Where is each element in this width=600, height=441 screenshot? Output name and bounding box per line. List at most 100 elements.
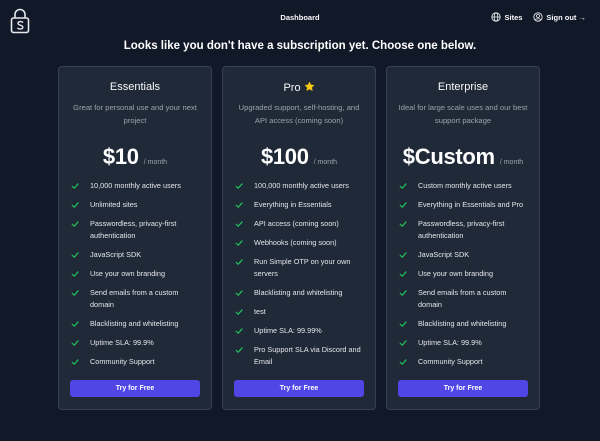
plan-feature-item: Uptime SLA: 99.99%: [235, 325, 367, 337]
plan-feature-item: Blacklisting and whitelisting: [71, 318, 203, 330]
plan-price: $100: [260, 144, 309, 169]
plan-feature-item: Everything in Essentials and Pro: [399, 199, 531, 211]
plan-feature-item: Community Support: [71, 356, 203, 368]
plan-feature-label: Everything in Essentials: [254, 200, 332, 209]
plan-feature-label: JavaScript SDK: [418, 250, 470, 259]
check-icon: [399, 340, 407, 346]
plan-price-row: $10 / month: [59, 144, 211, 170]
plan-feature-item: Uptime SLA: 99.9%: [399, 337, 531, 349]
plan-feature-item: Blacklisting and whitelisting: [235, 287, 367, 299]
plan-feature-label: Webhooks (coming soon): [254, 238, 337, 247]
plan-feature-item: test: [235, 306, 367, 318]
plan-feature-label: Blacklisting and whitelisting: [254, 288, 343, 297]
nav-sites-label: Sites: [504, 12, 523, 22]
plan-price-row: $Custom / month: [387, 144, 539, 170]
plan-feature-item: Community Support: [399, 356, 531, 368]
plan-feature-label: Pro Support SLA via Discord and Email: [254, 345, 361, 366]
globe-icon: [491, 12, 502, 22]
plan-feature-label: Blacklisting and whitelisting: [418, 319, 507, 328]
check-icon: [71, 271, 79, 277]
plan-feature-item: Unlimited sites: [71, 199, 203, 211]
plan-feature-label: Uptime SLA: 99.99%: [254, 326, 322, 335]
check-icon: [399, 321, 407, 327]
plan-feature-item: Webhooks (coming soon): [235, 237, 367, 249]
plan-feature-label: Use your own branding: [90, 269, 166, 278]
plan-feature-label: Use your own branding: [418, 269, 494, 278]
plan-description: Great for personal use and your next pro…: [73, 103, 197, 125]
plan-feature-label: Everything in Essentials and Pro: [418, 200, 524, 209]
plan-feature-list: 10,000 monthly active users Unlimited sit…: [71, 180, 203, 375]
check-icon: [399, 221, 407, 227]
plan-description: Upgraded support, self-hosting, and API …: [238, 103, 360, 125]
try-for-free-button[interactable]: Try for Free: [398, 380, 528, 397]
plan-feature-label: Run Simple OTP on your own servers: [254, 257, 351, 278]
plan-feature-label: Community Support: [418, 357, 483, 366]
check-icon: [71, 252, 79, 258]
plan-feature-label: Custom monthly active users: [418, 181, 512, 190]
plan-feature-label: API access (coming soon): [254, 219, 339, 228]
plan-feature-item: Blacklisting and whitelisting: [399, 318, 531, 330]
plan-period: / month: [143, 159, 168, 166]
check-icon: [235, 290, 243, 296]
plan-feature-item: JavaScript SDK: [71, 249, 203, 261]
nav-sign-out-link[interactable]: Sign out →: [533, 12, 586, 22]
plan-feature-item: Send emails from a custom domain: [71, 287, 203, 311]
plan-feature-item: 10,000 monthly active users: [71, 180, 203, 192]
plan-feature-item: JavaScript SDK: [399, 249, 531, 261]
nav-sites-link[interactable]: Sites: [491, 12, 522, 22]
page-headline: Looks like you don't have a subscription…: [123, 40, 477, 52]
plan-feature-label: JavaScript SDK: [90, 250, 142, 259]
check-icon: [71, 183, 79, 189]
plan-feature-label: Uptime SLA: 99.9%: [418, 338, 482, 347]
plan-feature-label: 10,000 monthly active users: [90, 181, 181, 190]
top-navigation-bar: Dashboard Sites Sign out →: [0, 0, 600, 38]
plan-feature-item: 100,000 monthly active users: [235, 180, 367, 192]
nav-sign-out-label: Sign out →: [546, 12, 586, 22]
try-for-free-button[interactable]: Try for Free: [70, 380, 200, 397]
plan-feature-label: Passwordless, privacy-first authenticati…: [90, 219, 177, 240]
plan-card-enterprise: Enterprise Ideal for large scale uses an…: [386, 66, 540, 410]
check-icon: [71, 202, 79, 208]
plan-price: $10: [102, 144, 139, 169]
check-icon: [235, 240, 243, 246]
plan-name: Enterprise: [437, 81, 489, 93]
plan-price: $Custom: [402, 144, 495, 169]
plan-description: Ideal for large scale uses and our best …: [398, 103, 528, 125]
plan-feature-item: Uptime SLA: 99.9%: [71, 337, 203, 349]
plan-feature-item: Use your own branding: [399, 268, 531, 280]
plan-feature-list: Custom monthly active users Everything in…: [399, 180, 531, 375]
plan-feature-item: Passwordless, privacy-first authenticati…: [399, 218, 531, 242]
plan-feature-item: Run Simple OTP on your own servers: [235, 256, 367, 280]
check-icon: [235, 328, 243, 334]
plan-price-row: $100 / month: [223, 144, 375, 170]
check-icon: [399, 252, 407, 258]
plan-feature-item: Use your own branding: [71, 268, 203, 280]
check-icon: [71, 321, 79, 327]
plan-name: Pro: [223, 81, 375, 94]
check-icon: [399, 290, 407, 296]
check-icon: [235, 221, 243, 227]
check-icon: [399, 183, 407, 189]
plan-period: / month: [499, 159, 524, 166]
plan-card-pro: Pro Upgraded support, self-hosting, and …: [222, 66, 376, 410]
plan-feature-label: Send emails from a custom domain: [90, 288, 179, 309]
plan-feature-item: Custom monthly active users: [399, 180, 531, 192]
check-icon: [71, 359, 79, 365]
plan-feature-label: Blacklisting and whitelisting: [90, 319, 179, 328]
try-for-free-button[interactable]: Try for Free: [234, 380, 364, 397]
nav-dashboard-link[interactable]: Dashboard: [280, 13, 319, 22]
plan-feature-label: test: [254, 307, 266, 316]
check-icon: [399, 359, 407, 365]
plan-feature-list: 100,000 monthly active users Everything i…: [235, 180, 367, 375]
plan-feature-item: API access (coming soon): [235, 218, 367, 230]
lock-logo-icon[interactable]: [10, 8, 30, 34]
plan-feature-label: Community Support: [90, 357, 155, 366]
check-icon: [71, 340, 79, 346]
plan-feature-label: Send emails from a custom domain: [418, 288, 507, 309]
plan-feature-item: Pro Support SLA via Discord and Email: [235, 344, 367, 368]
plan-feature-item: Passwordless, privacy-first authenticati…: [71, 218, 203, 242]
check-icon: [71, 221, 79, 227]
plan-feature-label: Unlimited sites: [90, 200, 138, 209]
plan-feature-label: 100,000 monthly active users: [254, 181, 349, 190]
check-icon: [399, 202, 407, 208]
